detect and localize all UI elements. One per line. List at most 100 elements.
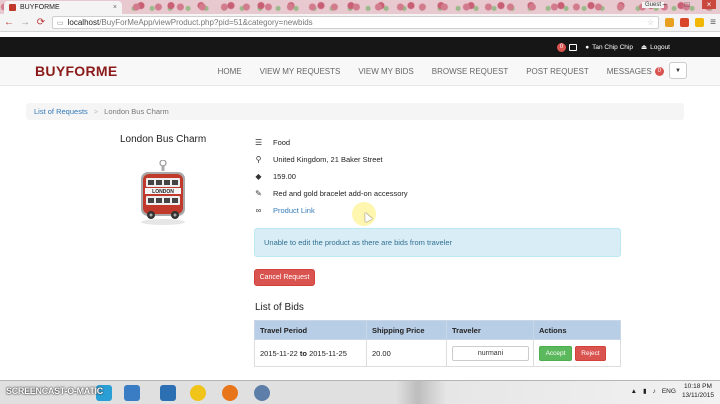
back-icon[interactable]: ← [4, 17, 14, 28]
browser-tab[interactable]: BUYFORME × [4, 1, 122, 14]
logout-icon: ⏏ [640, 44, 648, 51]
caret-down-icon: ▼ [675, 67, 681, 74]
traveler-cell: nurmani [446, 339, 534, 367]
header-travel-period: Travel Period [254, 320, 367, 340]
browser-toolbar: ← → ⟳ ▭ localhost/BuyForMeApp/viewProduc… [0, 14, 720, 32]
accept-bid-button[interactable]: Accept [539, 345, 572, 361]
nav-post-request[interactable]: POST REQUEST [526, 67, 589, 76]
maximize-icon[interactable]: □ [680, 0, 694, 9]
cart-icon [569, 43, 578, 51]
detail-price: ◆ 159.00 [255, 168, 408, 185]
cart-count-badge: 0 [556, 42, 567, 52]
page-icon: ▭ [57, 19, 64, 27]
breadcrumb-parent-link[interactable]: List of Requests [34, 107, 88, 116]
product-link[interactable]: Product Link [273, 206, 315, 215]
pencil-icon: ✎ [255, 189, 262, 198]
search-app-icon[interactable] [254, 385, 270, 401]
bids-table: Travel Period Shipping Price Traveler Ac… [254, 320, 621, 367]
nav-view-my-requests[interactable]: VIEW MY REQUESTS [260, 67, 341, 76]
product-title: London Bus Charm [120, 134, 207, 145]
detail-link: ∞ Product Link [255, 202, 408, 219]
list-icon: ☰ [255, 138, 263, 147]
header-shipping-price: Shipping Price [366, 320, 447, 340]
traveler-button[interactable]: nurmani [452, 345, 529, 361]
header-actions: Actions [533, 320, 621, 340]
tab-close-icon[interactable]: × [113, 4, 117, 11]
address-bar[interactable]: ▭ localhost/BuyForMeApp/viewProduct.php?… [52, 16, 660, 29]
cart-link[interactable]: 0 [556, 42, 578, 52]
firefox-icon[interactable] [222, 385, 238, 401]
travel-period-cell: 2015-11-22 to 2015-11-25 [254, 339, 367, 367]
screencast-watermark: SCREENCAST-O-MATIC [6, 386, 103, 396]
travel-from: 2015-11-22 [260, 348, 298, 358]
detail-description: ✎ Red and gold bracelet add-on accessory [255, 185, 408, 202]
reload-icon[interactable]: ⟳ [36, 17, 46, 28]
menu-icon[interactable]: ≡ [710, 17, 716, 28]
travel-to: 2015-11-25 [309, 348, 347, 358]
link-icon: ∞ [255, 206, 262, 215]
cancel-request-button[interactable]: Cancel Request [254, 269, 315, 286]
clock[interactable]: 10:18 PM 13/11/2015 [682, 382, 714, 400]
nav-browse-request[interactable]: BROWSE REQUEST [432, 67, 508, 76]
user-menu[interactable]: ● Tan Chip Chip [585, 44, 633, 51]
tag-icon: ◆ [255, 172, 262, 181]
header-traveler: Traveler [446, 320, 534, 340]
description-value: Red and gold bracelet add-on accessory [273, 189, 408, 198]
category-value: Food [273, 138, 291, 147]
browser-tab-strip: BUYFORME × Guest – □ × [0, 0, 720, 14]
actions-cell: Accept Reject [533, 339, 621, 367]
nav-home[interactable]: HOME [218, 67, 242, 76]
table-header-row: Travel Period Shipping Price Traveler Ac… [254, 320, 621, 340]
virtualbox-icon[interactable] [160, 385, 176, 401]
minimize-icon[interactable]: – [658, 0, 672, 9]
network-icon[interactable]: ▮ [643, 387, 647, 395]
map-marker-icon: ⚲ [255, 155, 262, 164]
nav-dropdown-button[interactable]: ▼ [669, 62, 687, 79]
product-image: LONDON [133, 159, 193, 226]
location-value: United Kingdom, 21 Baker Street [273, 155, 383, 164]
nav-messages-label: MESSAGES [606, 67, 652, 76]
logout-link[interactable]: ⏏ Logout [640, 43, 670, 52]
url-path: /BuyForMeApp/viewProduct.php?pid=51&cate… [99, 18, 313, 27]
main-navbar: BUYFORME HOME VIEW MY REQUESTS VIEW MY B… [0, 57, 720, 86]
url-host: localhost [67, 18, 100, 27]
account-bar: 0 ● Tan Chip Chip ⏏ Logout [0, 37, 720, 57]
chrome-icon[interactable] [190, 385, 206, 401]
forward-icon[interactable]: → [20, 17, 30, 28]
nav-menu: HOME VIEW MY REQUESTS VIEW MY BIDS BROWS… [218, 57, 664, 86]
travel-to-word: to [299, 348, 307, 358]
breadcrumb-current: London Bus Charm [104, 107, 169, 116]
tray-up-icon[interactable]: ▲ [631, 388, 637, 395]
brand-logo[interactable]: BUYFORME [35, 63, 118, 79]
reject-bid-button[interactable]: Reject [575, 345, 606, 361]
language-indicator[interactable]: ENG [662, 388, 676, 395]
logout-label: Logout [650, 43, 670, 51]
messages-count-badge: 0 [654, 67, 664, 76]
extension-red-icon[interactable] [680, 18, 690, 27]
detail-location: ⚲ United Kingdom, 21 Baker Street [255, 151, 408, 168]
nav-messages[interactable]: MESSAGES 0 [607, 67, 664, 76]
window-close-icon[interactable]: × [702, 0, 716, 9]
nav-view-my-bids[interactable]: VIEW MY BIDS [358, 67, 413, 76]
system-tray: ▲ ▮ ♪ ENG 10:18 PM 13/11/2015 [631, 382, 714, 400]
product-details: ☰ Food ⚲ United Kingdom, 21 Baker Street… [255, 134, 408, 219]
favicon-icon [9, 4, 16, 11]
bids-section-title: List of Bids [255, 302, 304, 313]
tab-title: BUYFORME [20, 4, 60, 11]
clock-time: 10:18 PM [684, 383, 712, 390]
windows-taskbar [0, 380, 720, 404]
extension-r-icon[interactable] [695, 18, 705, 27]
svg-text:LONDON: LONDON [152, 189, 174, 195]
extension-abp-icon[interactable] [665, 18, 675, 27]
table-row: 2015-11-22 to 2015-11-25 20.00 nurmani A… [254, 339, 621, 367]
bookmark-star-icon[interactable]: ☆ [647, 18, 654, 27]
detail-category: ☰ Food [255, 134, 408, 151]
user-name: Tan Chip Chip [592, 43, 633, 51]
breadcrumb-separator: > [93, 107, 99, 116]
explorer-icon[interactable] [124, 385, 140, 401]
price-value: 159.00 [273, 172, 296, 181]
shipping-price-cell: 20.00 [366, 339, 447, 367]
volume-icon[interactable]: ♪ [653, 388, 656, 395]
london-bus-charm-icon: LONDON [141, 159, 185, 225]
breadcrumb: List of Requests > London Bus Charm [26, 103, 684, 120]
